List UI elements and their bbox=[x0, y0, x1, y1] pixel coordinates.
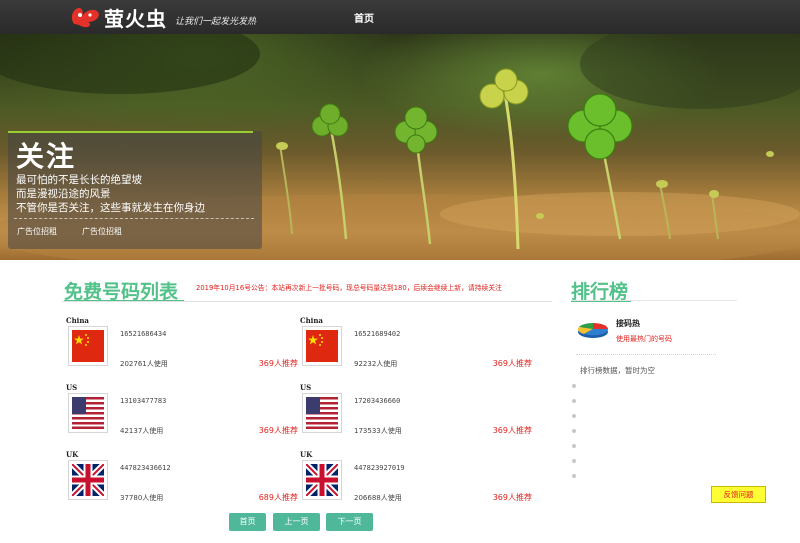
china-flag-icon bbox=[302, 326, 342, 366]
us-flag-icon bbox=[302, 393, 342, 433]
card-country: US bbox=[66, 383, 78, 392]
ad-link-1[interactable]: 广告位招租 bbox=[17, 226, 57, 237]
phone-number[interactable]: 447823436612 bbox=[120, 464, 171, 472]
ad-link-2[interactable]: 广告位招租 bbox=[82, 226, 122, 237]
recommend-count: 369人推荐 bbox=[258, 359, 298, 368]
usage-count: 206688人使用 bbox=[354, 494, 402, 502]
uk-flag-icon bbox=[302, 460, 342, 500]
phone-number[interactable]: 13103477783 bbox=[120, 397, 166, 405]
caption-title: 关注 bbox=[16, 140, 77, 173]
ranking-item-desc: 使用最热门的号码 bbox=[616, 335, 672, 343]
phone-number[interactable]: 17203436660 bbox=[354, 397, 400, 405]
uk-flag-icon bbox=[68, 460, 108, 500]
caption-line-3: 不管你是否关注，这些事就发生在你身边 bbox=[16, 202, 205, 214]
phone-number[interactable]: 16521689402 bbox=[354, 330, 400, 338]
usage-count: 173533人使用 bbox=[354, 427, 402, 435]
nav-home-link[interactable]: 首页 bbox=[354, 10, 374, 25]
number-card[interactable]: UK 447823436612 37780人使用 689人推荐 bbox=[66, 450, 298, 514]
site-logo[interactable]: 萤火虫 让我们一起发光发热 bbox=[68, 3, 256, 31]
announcement-text: 2019年10月16号公告：本站再次新上一批号码，现总号码量达到180，后续会继… bbox=[196, 284, 502, 292]
feedback-button[interactable]: 反馈问题 bbox=[711, 486, 766, 503]
first-page-button[interactable]: 首页 bbox=[229, 513, 266, 531]
recommend-count: 369人推荐 bbox=[492, 426, 532, 435]
recommend-count: 369人推荐 bbox=[492, 493, 532, 502]
banner-caption: 关注 最可怕的不是长长的绝望坡 而是漫视沿途的风景 不管你是否关注，这些事就发生… bbox=[8, 131, 262, 249]
recommend-count: 369人推荐 bbox=[492, 359, 532, 368]
ranking-bullet bbox=[572, 399, 576, 403]
card-country: China bbox=[66, 316, 89, 325]
caption-accent-line bbox=[8, 131, 253, 133]
usage-count: 92232人使用 bbox=[354, 360, 398, 368]
next-page-button[interactable]: 下一页 bbox=[326, 513, 373, 531]
number-card[interactable]: China 16521689402 92232人使用 369人推荐 bbox=[300, 316, 532, 380]
hero-banner: 关注 最可怕的不是长长的绝望坡 而是漫视沿途的风景 不管你是否关注，这些事就发生… bbox=[0, 34, 800, 260]
china-flag-icon bbox=[68, 326, 108, 366]
number-card[interactable]: US 17203436660 173533人使用 369人推荐 bbox=[300, 383, 532, 447]
pie-chart-icon bbox=[576, 318, 610, 340]
card-country: US bbox=[300, 383, 312, 392]
ranking-bullet bbox=[572, 444, 576, 448]
ranking-bullet bbox=[572, 414, 576, 418]
usage-count: 202761人使用 bbox=[120, 360, 168, 368]
caption-line-2: 而是漫视沿途的风景 bbox=[16, 188, 111, 200]
top-navbar: 萤火虫 让我们一起发光发热 首页 bbox=[0, 0, 800, 34]
logo-text: 萤火虫 bbox=[104, 6, 167, 31]
ranking-separator bbox=[576, 354, 716, 355]
list-divider bbox=[62, 301, 552, 302]
number-card[interactable]: US 13103477783 42137人使用 369人推荐 bbox=[66, 383, 298, 447]
card-country: UK bbox=[300, 450, 313, 459]
ranking-bullet bbox=[572, 429, 576, 433]
ranking-item-title[interactable]: 接码热 bbox=[616, 318, 640, 329]
recommend-count: 369人推荐 bbox=[258, 426, 298, 435]
ranking-bullet bbox=[572, 384, 576, 388]
number-card[interactable]: UK 447823927019 206688人使用 369人推荐 bbox=[300, 450, 532, 514]
caption-divider bbox=[14, 218, 254, 219]
ranking-bullet bbox=[572, 459, 576, 463]
recommend-count: 689人推荐 bbox=[258, 493, 298, 502]
prev-page-button[interactable]: 上一页 bbox=[273, 513, 320, 531]
number-card[interactable]: China 16521686434 202761人使用 369人推荐 bbox=[66, 316, 298, 380]
ranking-divider bbox=[571, 300, 737, 301]
usage-count: 42137人使用 bbox=[120, 427, 164, 435]
phone-number[interactable]: 447823927019 bbox=[354, 464, 405, 472]
card-country: China bbox=[300, 316, 323, 325]
firefly-logo-icon bbox=[68, 4, 102, 30]
site-slogan: 让我们一起发光发热 bbox=[175, 16, 257, 27]
ranking-bullet bbox=[572, 474, 576, 478]
us-flag-icon bbox=[68, 393, 108, 433]
usage-count: 37780人使用 bbox=[120, 494, 164, 502]
ranking-empty-text: 排行榜数据，暂时为空 bbox=[580, 366, 655, 375]
card-country: UK bbox=[66, 450, 79, 459]
phone-number[interactable]: 16521686434 bbox=[120, 330, 166, 338]
caption-line-1: 最可怕的不是长长的绝望坡 bbox=[16, 174, 142, 186]
